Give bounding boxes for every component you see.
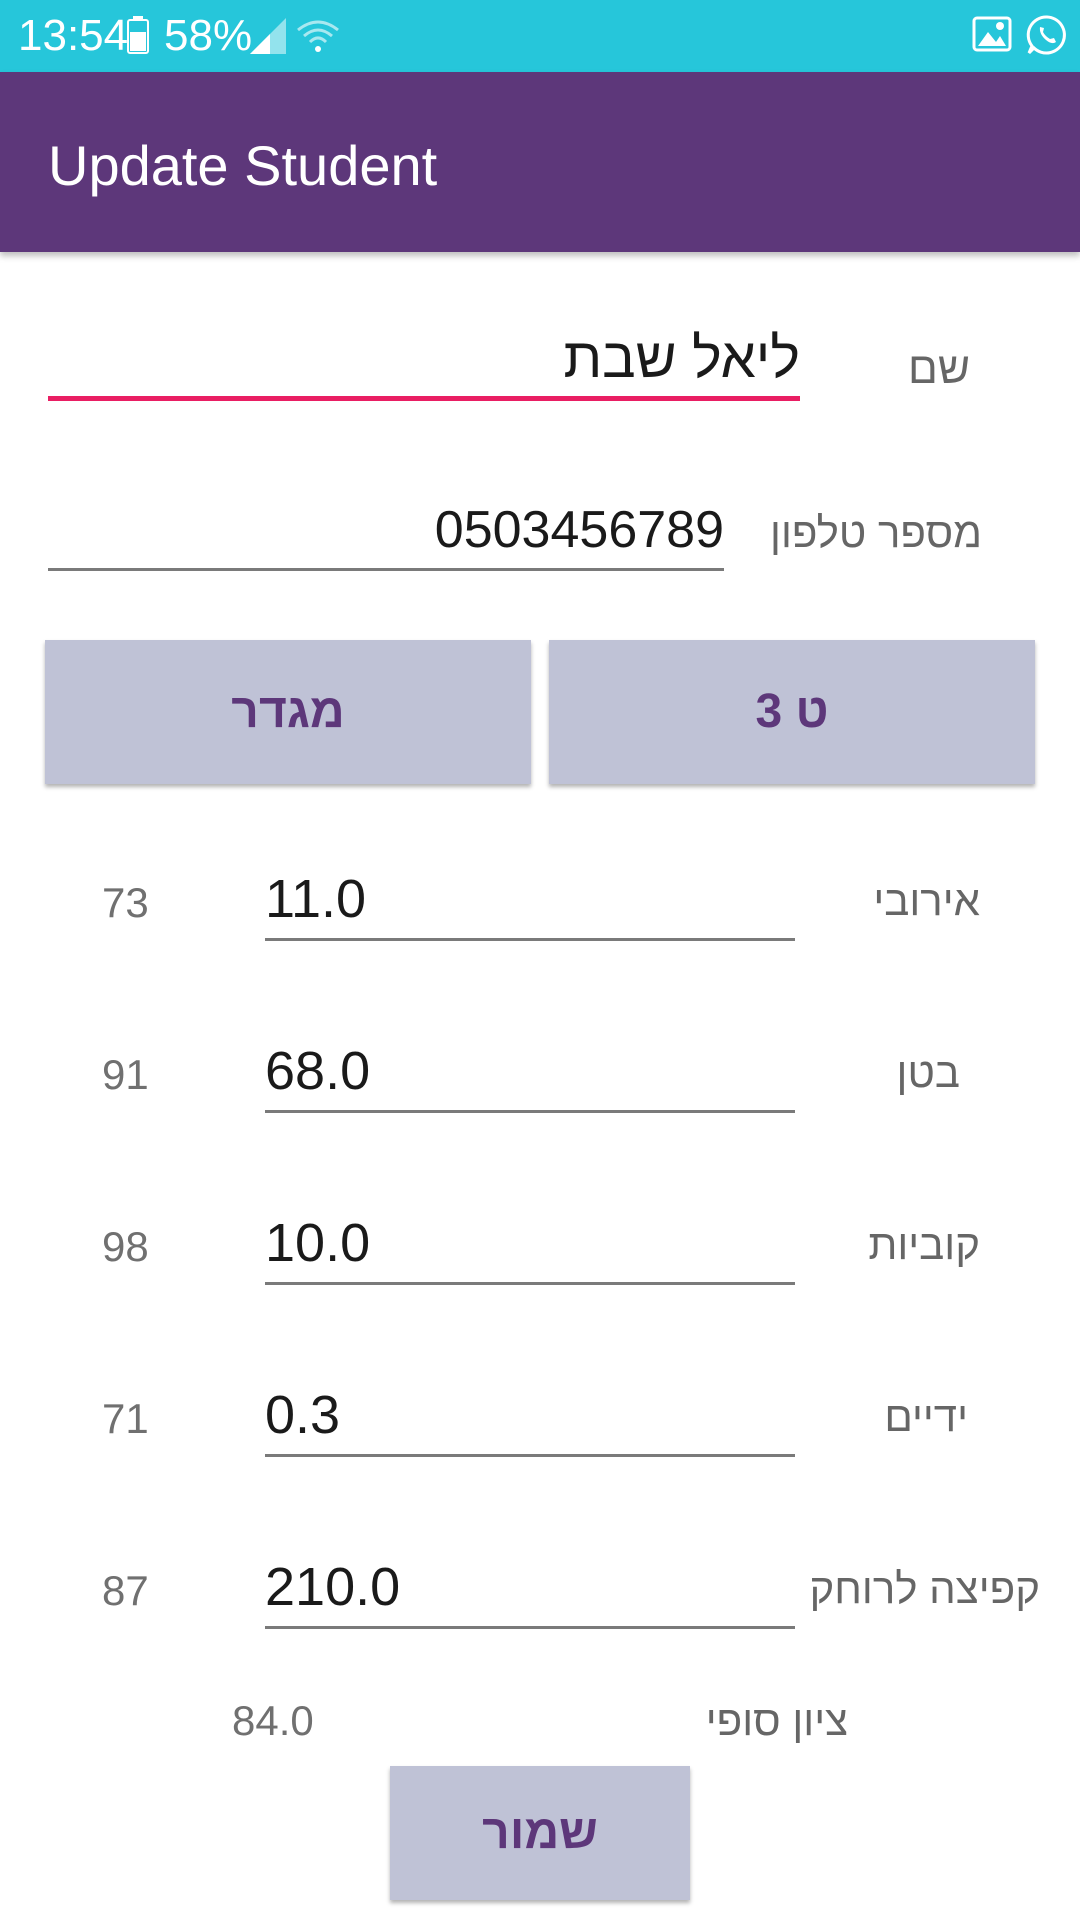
save-button[interactable]: שמור: [390, 1766, 690, 1900]
status-battery-percent: 58%: [164, 11, 253, 60]
gender-button[interactable]: מגדר: [45, 640, 531, 784]
row-score-abs: 91: [102, 1051, 149, 1098]
row-score-aerobic: 73: [102, 879, 149, 926]
row-underline-long-jump: [265, 1626, 795, 1629]
wifi-icon: [297, 20, 339, 52]
name-input[interactable]: ליאל שבת: [48, 328, 800, 388]
row-input-cubes[interactable]: 10.0: [265, 1212, 795, 1274]
row-input-long-jump[interactable]: 210.0: [265, 1556, 795, 1618]
phone-label: מספר טלפון: [770, 509, 982, 556]
phone-input-underline: [48, 568, 724, 571]
row-input-abs[interactable]: 68.0: [265, 1040, 795, 1102]
row-underline-aerobic: [265, 938, 795, 941]
final-grade-label: ציון סופי: [705, 1697, 848, 1744]
status-bar: 13:54 58%: [0, 0, 1080, 72]
row-label-long-jump: קפיצה לרוחק: [809, 1565, 1041, 1612]
whatsapp-icon: [1026, 15, 1066, 55]
phone-input[interactable]: 0503456789: [48, 500, 724, 560]
signal-icon: [250, 18, 286, 54]
final-grade-value: 84.0: [232, 1697, 314, 1744]
row-score-arms: 71: [102, 1395, 149, 1442]
row-underline-cubes: [265, 1282, 795, 1285]
row-underline-abs: [265, 1110, 795, 1113]
status-time: 13:54: [18, 11, 129, 60]
class-button[interactable]: ט 3: [549, 640, 1035, 784]
name-label: שם: [908, 344, 970, 393]
app-bar: Update Student: [0, 72, 1080, 252]
page-title: Update Student: [48, 134, 438, 197]
row-score-cubes: 98: [102, 1223, 149, 1270]
gallery-icon: [972, 16, 1012, 52]
battery-icon: [127, 16, 149, 54]
row-input-arms[interactable]: 0.3: [265, 1384, 795, 1446]
row-score-long-jump: 87: [102, 1567, 149, 1614]
row-input-aerobic[interactable]: 11.0: [265, 868, 795, 930]
name-input-underline: [48, 396, 800, 401]
row-underline-arms: [265, 1454, 795, 1457]
